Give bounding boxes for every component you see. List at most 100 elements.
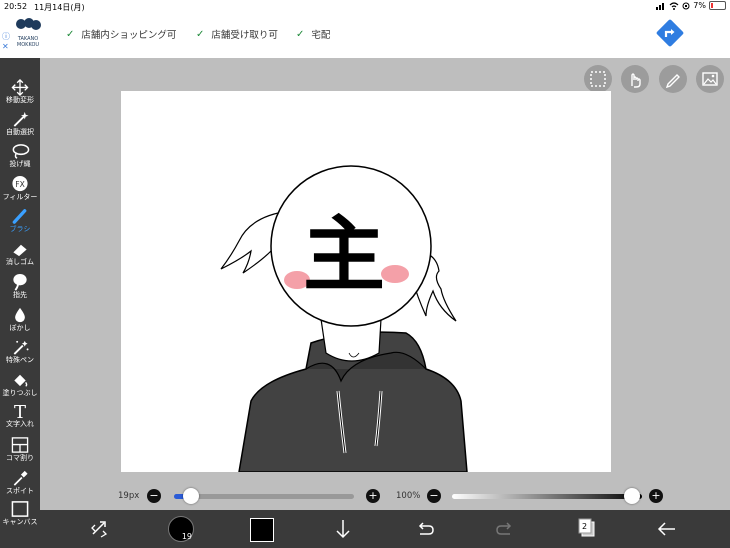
check-icon: ✓ — [66, 28, 75, 40]
tool-label: スポイト — [6, 487, 34, 495]
brush-size-decrease-button[interactable]: − — [147, 489, 161, 503]
brush-size-badge: 19 — [181, 532, 192, 541]
frame-divide-icon — [11, 437, 29, 453]
ad-feature-label: 店舗内ショッピング可 — [81, 30, 177, 41]
tool-blur-drop[interactable]: ぼかし — [0, 306, 40, 338]
opacity-increase-button[interactable]: + — [649, 489, 663, 503]
ad-choices[interactable]: ⓘ ✕ — [2, 32, 10, 52]
hand-pointer-icon — [631, 73, 641, 88]
status-bar: 20:52 11月14日(月) 7% — [0, 0, 730, 14]
svg-text:T: T — [14, 402, 26, 420]
opacity-value: 100% — [396, 491, 421, 501]
move-arrows-icon — [11, 78, 29, 96]
tool-canvas[interactable]: キャンバス — [0, 500, 40, 532]
status-icons: 7% — [656, 1, 726, 10]
special-pen-icon — [13, 340, 29, 355]
opacity-knob[interactable] — [624, 488, 640, 504]
tool-label: 移動変形 — [6, 96, 34, 104]
lasso-icon — [12, 144, 30, 159]
ad-feature-1: ✓ 店舗内ショッピング可 — [66, 27, 177, 42]
tool-label: フィルター — [2, 193, 38, 201]
eyedropper-icon — [13, 470, 28, 486]
touch-gesture-button[interactable] — [621, 65, 649, 93]
orientation-lock-icon — [682, 2, 690, 9]
brand-mark-icon — [16, 18, 41, 30]
undo-icon[interactable] — [412, 516, 438, 542]
date: 11月14日(月) — [34, 3, 85, 12]
color-picker-button[interactable] — [250, 518, 274, 542]
tool-label: 投げ縄 — [9, 160, 31, 168]
tool-label: 指先 — [13, 291, 27, 299]
tool-frame-divide[interactable]: コマ割り — [0, 436, 40, 468]
tool-text[interactable]: T 文字入れ — [0, 402, 40, 434]
clock: 20:52 — [4, 2, 28, 11]
tool-eraser[interactable]: 消しゴム — [0, 240, 40, 272]
tool-label: ブラシ — [9, 225, 31, 233]
ad-banner[interactable]: TAKANO MOKKOU ⓘ ✕ ✓ 店舗内ショッピング可 ✓ 店舗受け取り可… — [0, 14, 730, 58]
tool-special-pen[interactable]: 特殊ペン — [0, 338, 40, 370]
brand-logo[interactable]: TAKANO MOKKOU — [10, 16, 46, 56]
svg-text:FX: FX — [15, 180, 25, 189]
back-arrow-icon[interactable] — [654, 516, 680, 542]
selection-toggle-button[interactable] — [584, 65, 612, 93]
ad-feature-3: ✓ 宅配 — [296, 27, 331, 42]
check-icon: ✓ — [296, 28, 305, 40]
directions-icon[interactable] — [655, 18, 685, 48]
ad-feature-label: 宅配 — [311, 30, 331, 41]
brush-size-preview-button[interactable]: 19 — [168, 516, 194, 542]
finger-smudge-icon — [13, 273, 27, 291]
tool-label: 消しゴム — [6, 258, 34, 266]
tool-label: コマ割り — [6, 454, 34, 462]
tool-lasso[interactable]: 投げ縄 — [0, 142, 40, 174]
image-icon — [702, 72, 718, 86]
image-import-button[interactable] — [696, 65, 724, 93]
drawing-canvas[interactable]: 主 — [121, 91, 611, 472]
fill-bucket-icon — [14, 374, 28, 387]
tool-label: 文字入れ — [6, 420, 34, 428]
tool-fill-bucket[interactable]: 塗りつぶし — [0, 371, 40, 403]
tool-label: 塗りつぶし — [2, 389, 38, 397]
brush-icon — [12, 209, 27, 224]
signal-icon — [656, 2, 665, 10]
tool-magic-wand[interactable]: 自動選択 — [0, 110, 40, 142]
pen-mode-button[interactable] — [659, 65, 687, 93]
battery-icon — [709, 1, 726, 10]
check-icon: ✓ — [196, 28, 205, 40]
brush-size-knob[interactable] — [183, 488, 200, 504]
layers-button[interactable]: 2 — [574, 516, 600, 542]
tool-label: キャンバス — [2, 518, 38, 526]
tool-label: 特殊ペン — [6, 356, 34, 364]
tool-label: ぼかし — [9, 324, 31, 332]
blur-drop-icon — [15, 307, 25, 323]
opacity-slider[interactable] — [452, 494, 642, 499]
fx-icon: FX — [12, 175, 28, 192]
brush-size-increase-button[interactable]: + — [366, 489, 380, 503]
slider-bar: 19px − + 100% − + — [40, 484, 730, 510]
magic-wand-icon — [13, 111, 29, 127]
tool-finger-smudge[interactable]: 指先 — [0, 273, 40, 305]
brand-line2: MOKKOU — [16, 42, 40, 48]
text-icon: T — [14, 402, 26, 420]
layer-count: 2 — [582, 522, 588, 531]
arrow-down-icon[interactable] — [330, 516, 356, 542]
brush-size-value: 19px — [118, 491, 140, 501]
info-icon[interactable]: ⓘ — [2, 32, 10, 42]
brush-size-slider[interactable] — [174, 494, 354, 499]
tool-eyedropper[interactable]: スポイト — [0, 469, 40, 501]
ad-feature-2: ✓ 店舗受け取り可 — [196, 27, 278, 42]
opacity-decrease-button[interactable]: − — [427, 489, 441, 503]
color-swap-icon[interactable] — [86, 516, 112, 542]
artwork: 主 — [220, 165, 468, 472]
redo-icon[interactable] — [492, 516, 518, 542]
battery-percent: 7% — [693, 1, 706, 10]
bottom-toolbar: 19 2 — [40, 510, 730, 548]
close-x-icon[interactable]: ✕ — [2, 42, 10, 52]
tool-move-arrows[interactable]: 移動変形 — [0, 78, 40, 110]
dashed-selection-icon — [590, 71, 606, 87]
wifi-icon — [669, 1, 679, 10]
canvas-icon — [11, 501, 29, 517]
ad-feature-label: 店舗受け取り可 — [211, 30, 278, 41]
tool-brush[interactable]: ブラシ — [0, 207, 40, 239]
tool-fx[interactable]: FX フィルター — [0, 175, 40, 207]
pencil-icon — [665, 74, 680, 89]
